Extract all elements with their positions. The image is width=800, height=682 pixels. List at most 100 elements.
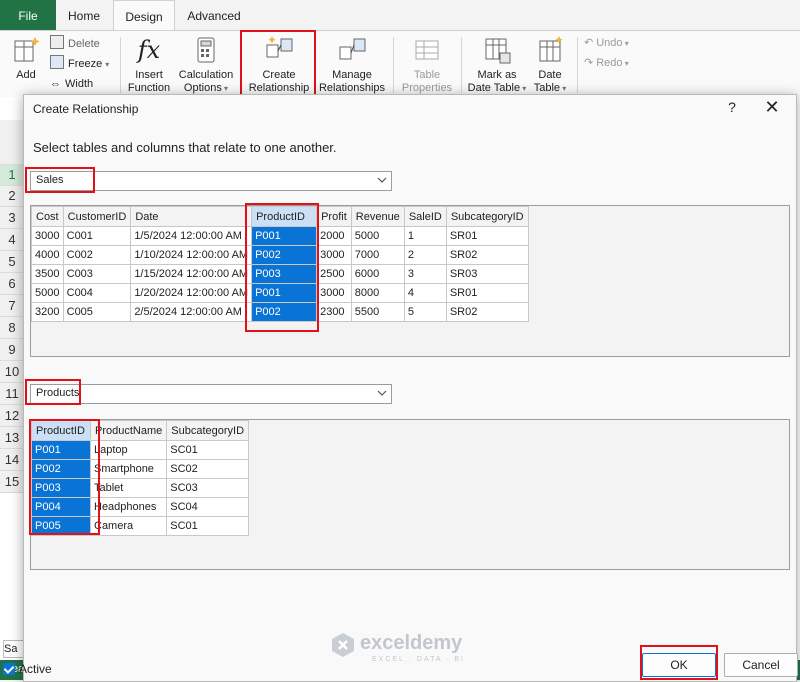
cell[interactable]: Headphones (89, 497, 168, 517)
cell[interactable]: 1 (403, 226, 447, 246)
close-button[interactable]: ✕ (760, 97, 784, 119)
cell[interactable]: 2/5/2024 12:00:00 AM (130, 302, 253, 322)
column-header[interactable]: SubcategoryID (445, 206, 529, 227)
cell-selected[interactable]: P001 (251, 226, 318, 246)
instruction-text: Select tables and columns that relate to… (33, 140, 337, 155)
cell[interactable]: 5 (403, 302, 447, 322)
date-table-button[interactable]: Date Table ▾ (530, 33, 570, 95)
cell[interactable]: 1/20/2024 12:00:00 AM (130, 283, 253, 303)
cell[interactable]: 1/10/2024 12:00:00 AM (130, 245, 253, 265)
cell[interactable]: C002 (62, 245, 132, 265)
delete-button[interactable]: Delete (50, 35, 100, 51)
cell[interactable]: 8000 (350, 283, 405, 303)
width-button[interactable]: ⇔ Width (50, 76, 93, 92)
row-header: 6 (0, 273, 24, 295)
cell[interactable]: 2300 (316, 302, 352, 322)
sheet-tab[interactable]: Sa (3, 640, 25, 658)
column-header[interactable]: CustomerID (62, 206, 132, 227)
cell-selected[interactable]: P003 (251, 264, 318, 284)
cell[interactable]: C003 (62, 264, 132, 284)
cell-selected[interactable]: P002 (251, 302, 318, 322)
insert-function-button[interactable]: fx Insert Function (126, 33, 172, 95)
column-header-selected[interactable]: ProductID (31, 420, 91, 441)
cell[interactable]: Laptop (89, 440, 168, 460)
cell-selected[interactable]: P003 (31, 478, 91, 498)
calculation-options-button[interactable]: Calculation Options ▾ (175, 33, 237, 95)
cell[interactable]: SC01 (166, 516, 250, 536)
cell[interactable]: SR01 (445, 226, 529, 246)
column-header[interactable]: Profit (316, 206, 352, 227)
create-relationship-icon (266, 36, 293, 58)
cell[interactable]: Smartphone (89, 459, 168, 479)
create-relationship-button[interactable]: Create Relationship (246, 33, 312, 95)
tab-advanced[interactable]: Advanced (178, 0, 250, 30)
table-properties-button[interactable]: Table Properties (398, 33, 456, 95)
cell[interactable]: SC01 (166, 440, 250, 460)
cell[interactable]: SR01 (445, 283, 529, 303)
tab-design[interactable]: Design (113, 0, 175, 31)
cell[interactable]: 1/15/2024 12:00:00 AM (130, 264, 253, 284)
column-header[interactable]: ProductName (89, 420, 168, 441)
cell[interactable]: C001 (62, 226, 132, 246)
cell[interactable]: Camera (89, 516, 168, 536)
cell-selected[interactable]: P001 (31, 440, 91, 460)
cell[interactable]: SR03 (445, 264, 529, 284)
row-header: 3 (0, 207, 24, 229)
active-checkbox[interactable]: Active (3, 662, 52, 676)
cell[interactable]: 2000 (316, 226, 352, 246)
column-header[interactable]: Revenue (350, 206, 405, 227)
ok-button[interactable]: OK (642, 653, 716, 677)
column-header[interactable]: SaleID (403, 206, 447, 227)
cell[interactable]: 6000 (350, 264, 405, 284)
cell[interactable]: C004 (62, 283, 132, 303)
cancel-button[interactable]: Cancel (724, 653, 798, 677)
cell[interactable]: 5500 (350, 302, 405, 322)
cell[interactable]: 4000 (31, 245, 64, 265)
cell[interactable]: 3 (403, 264, 447, 284)
cell-selected[interactable]: P001 (251, 283, 318, 303)
column-header[interactable]: SubcategoryID (166, 420, 250, 441)
cell[interactable]: SC03 (166, 478, 250, 498)
mark-as-date-table-button[interactable]: Mark as Date Table ▾ (466, 33, 528, 95)
cell[interactable]: 5000 (31, 283, 64, 303)
undo-button[interactable]: ↶ Undo ▾ (584, 35, 629, 51)
cell-selected[interactable]: P002 (31, 459, 91, 479)
cell[interactable]: C005 (62, 302, 132, 322)
cell[interactable]: 2 (403, 245, 447, 265)
add-button[interactable]: Add (8, 33, 44, 82)
cell[interactable]: Tablet (89, 478, 168, 498)
cell-selected[interactable]: P005 (31, 516, 91, 536)
table-row: P005 Camera SC01 (31, 516, 250, 536)
cell[interactable]: 3200 (31, 302, 64, 322)
add-column-icon (14, 37, 40, 62)
cell[interactable]: SR02 (445, 302, 529, 322)
cell[interactable]: 3000 (316, 283, 352, 303)
table1-select[interactable]: Sales (30, 171, 392, 191)
help-button[interactable]: ? (724, 99, 740, 117)
cell[interactable]: 3000 (31, 226, 64, 246)
manage-relationships-button[interactable]: Manage Relationships (317, 33, 387, 95)
cell[interactable]: 3500 (31, 264, 64, 284)
cell[interactable]: 7000 (350, 245, 405, 265)
column-header-selected[interactable]: ProductID (251, 206, 318, 227)
cell[interactable]: 3000 (316, 245, 352, 265)
cell[interactable]: 1/5/2024 12:00:00 AM (130, 226, 253, 246)
cell[interactable]: SC02 (166, 459, 250, 479)
column-header[interactable]: Date (130, 206, 253, 227)
manage-relationships-icon (339, 38, 366, 60)
cell-selected[interactable]: P004 (31, 497, 91, 517)
cell[interactable]: 5000 (350, 226, 405, 246)
redo-button[interactable]: ↷ Redo ▾ (584, 55, 629, 71)
cell[interactable]: 4 (403, 283, 447, 303)
column-header[interactable]: Cost (31, 206, 64, 227)
tab-home[interactable]: Home (56, 0, 112, 30)
freeze-button[interactable]: Freeze ▾ (50, 55, 109, 71)
cell[interactable]: SR02 (445, 245, 529, 265)
cell-selected[interactable]: P002 (251, 245, 318, 265)
cell[interactable]: SC04 (166, 497, 250, 517)
table-row: P002 Smartphone SC02 (31, 459, 250, 479)
redo-icon: ↷ (584, 57, 594, 69)
table2-select[interactable]: Products (30, 384, 392, 404)
cell[interactable]: 2500 (316, 264, 352, 284)
tab-file[interactable]: File (0, 0, 56, 30)
